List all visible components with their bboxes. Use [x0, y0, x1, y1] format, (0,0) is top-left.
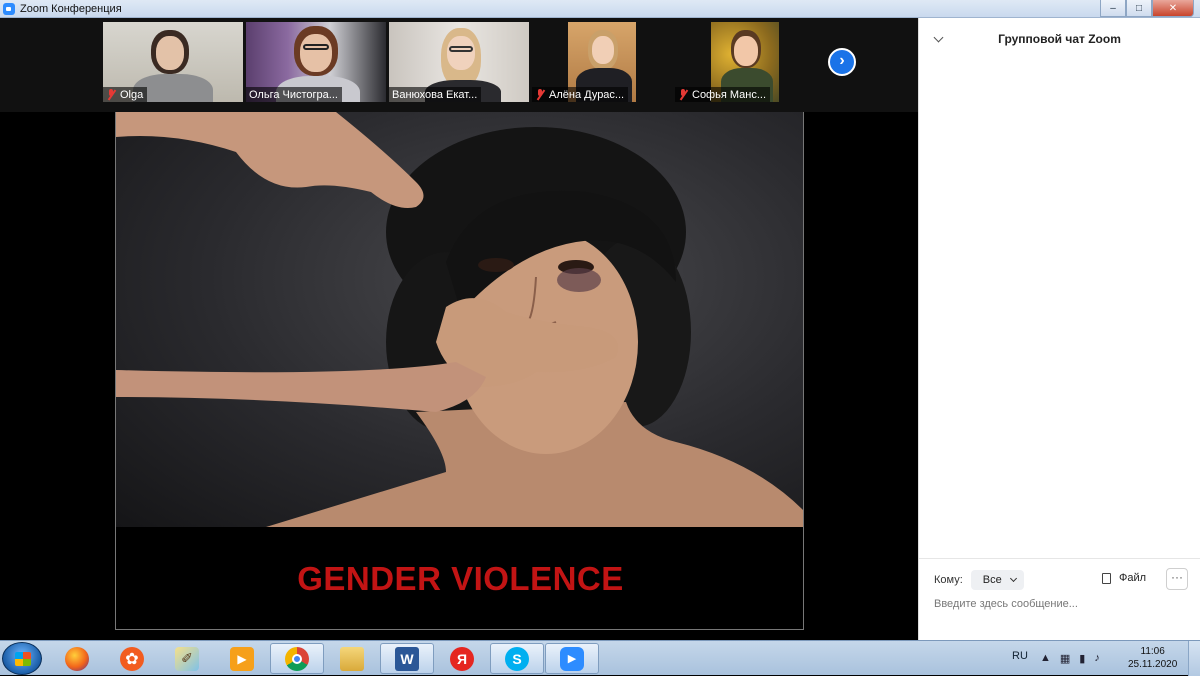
participant-tile[interactable]: Алёна Дурас...: [532, 22, 672, 102]
recipient-select[interactable]: Все: [970, 570, 1024, 590]
participant-name-bar: Алёна Дурас...: [532, 87, 629, 102]
taskbar-yandex[interactable]: Я: [435, 643, 489, 674]
close-button[interactable]: ✕: [1152, 0, 1194, 17]
tray-icons: ▲ ▦ ▮ ♪: [1040, 652, 1100, 665]
chat-header: Групповой чат Zoom: [919, 18, 1200, 60]
participant-name: Софья Манс...: [692, 88, 767, 101]
more-options-button[interactable]: ···: [1166, 568, 1188, 590]
chat-footer: Кому: Все Файл ··· Введите здесь сообщен…: [919, 558, 1200, 640]
slide-illustration: [116, 112, 803, 527]
file-button[interactable]: Файл: [1102, 572, 1146, 584]
taskbar-paint[interactable]: ✐: [160, 643, 214, 674]
participant-name-bar: Ольга Чистогра...: [246, 87, 342, 102]
yandex-icon: Я: [450, 646, 474, 671]
start-button[interactable]: [2, 642, 42, 675]
network-icon[interactable]: ▦: [1060, 652, 1070, 665]
clock[interactable]: 11:06 25.11.2020: [1128, 645, 1177, 671]
paint-icon: ✐: [175, 646, 199, 671]
signal-icon[interactable]: ▮: [1079, 652, 1085, 665]
language-indicator[interactable]: RU: [1012, 650, 1028, 662]
mic-muted-icon: [535, 89, 545, 100]
slide-caption: GENDER VIOLENCE: [116, 527, 803, 629]
slide-photo: [116, 112, 803, 527]
participant-name: Ольга Чистогра...: [249, 88, 338, 101]
word-icon: W: [395, 646, 419, 671]
recipient-label: Кому:: [934, 574, 963, 586]
participant-name-bar: Ванюхова Екат...: [389, 87, 482, 102]
taskbar-app-orange[interactable]: ✿: [105, 643, 159, 674]
mic-muted-icon: [678, 89, 688, 100]
firefox-icon: [65, 646, 89, 671]
participant-name-bar: Olga: [103, 87, 148, 102]
window-title: Zoom Конференция: [20, 2, 122, 15]
clock-time: 11:06: [1140, 646, 1165, 657]
taskbar-skype[interactable]: S: [490, 643, 544, 674]
skype-icon: S: [505, 646, 529, 671]
participant-tile[interactable]: Olga: [103, 22, 243, 102]
clock-date: 25.11.2020: [1128, 659, 1178, 670]
shared-screen: GENDER VIOLENCE: [0, 112, 918, 640]
mic-muted-icon: [106, 89, 116, 100]
participant-name: Olga: [120, 88, 144, 101]
participant-name: Алёна Дурас...: [549, 88, 625, 101]
participant-tile[interactable]: Софья Манс...: [675, 22, 815, 102]
app-orange-icon: ✿: [120, 646, 144, 671]
participant-strip: Olga Ольга Чистогра... Ванюхова Екат...: [0, 18, 918, 112]
chat-message-input[interactable]: Введите здесь сообщение...: [934, 598, 1078, 610]
participant-name-bar: Софья Манс...: [675, 87, 771, 102]
chat-panel: Групповой чат Zoom Кому: Все Файл ··· Вв…: [918, 18, 1200, 640]
volume-icon[interactable]: ♪: [1094, 652, 1100, 665]
maximize-button[interactable]: □: [1126, 0, 1152, 17]
taskbar-media-player[interactable]: ▶: [215, 643, 269, 674]
show-hidden-icons-icon[interactable]: ▲: [1040, 652, 1051, 665]
participant-tile[interactable]: Ванюхова Екат...: [389, 22, 529, 102]
taskbar-firefox[interactable]: [50, 643, 104, 674]
minimize-button[interactable]: –: [1100, 0, 1126, 17]
show-desktop-button[interactable]: [1188, 641, 1200, 676]
slide-caption-text: GENDER VIOLENCE: [297, 559, 624, 597]
zoom-icon: ▶: [560, 646, 584, 671]
system-tray: RU ▲ ▦ ▮ ♪ 11:06 25.11.2020: [1000, 641, 1200, 676]
taskbar-word[interactable]: W: [380, 643, 434, 674]
next-page-arrow-icon[interactable]: ›: [828, 48, 856, 76]
participant-tile[interactable]: Ольга Чистогра...: [246, 22, 386, 102]
file-button-label: Файл: [1119, 572, 1147, 584]
recipient-value: Все: [982, 574, 1002, 586]
chrome-icon: [285, 646, 309, 671]
participant-name: Ванюхова Екат...: [392, 88, 478, 101]
recipient-row: Кому: Все: [934, 570, 1024, 590]
window-controls: – □ ✕: [1100, 0, 1194, 17]
taskbar-explorer[interactable]: [325, 643, 379, 674]
title-bar: Zoom Конференция – □ ✕: [0, 0, 1200, 18]
file-icon: [1102, 572, 1111, 584]
zoom-app-icon: [3, 2, 15, 15]
chat-title: Групповой чат Zoom: [998, 32, 1121, 46]
explorer-icon: [340, 646, 364, 671]
media-player-icon: ▶: [230, 646, 254, 671]
taskbar-chrome[interactable]: [270, 643, 324, 674]
taskbar-zoom[interactable]: ▶: [545, 643, 599, 674]
zoom-window: Zoom Конференция – □ ✕ Olga Ольга Чистог…: [0, 0, 1200, 640]
taskbar: ✿ ✐ ▶ W Я S ▶ RU ▲ ▦ ▮ ♪ 11:06 25.11.202…: [0, 640, 1200, 676]
shared-slide: GENDER VIOLENCE: [115, 112, 804, 630]
chevron-down-icon: [1009, 574, 1017, 583]
